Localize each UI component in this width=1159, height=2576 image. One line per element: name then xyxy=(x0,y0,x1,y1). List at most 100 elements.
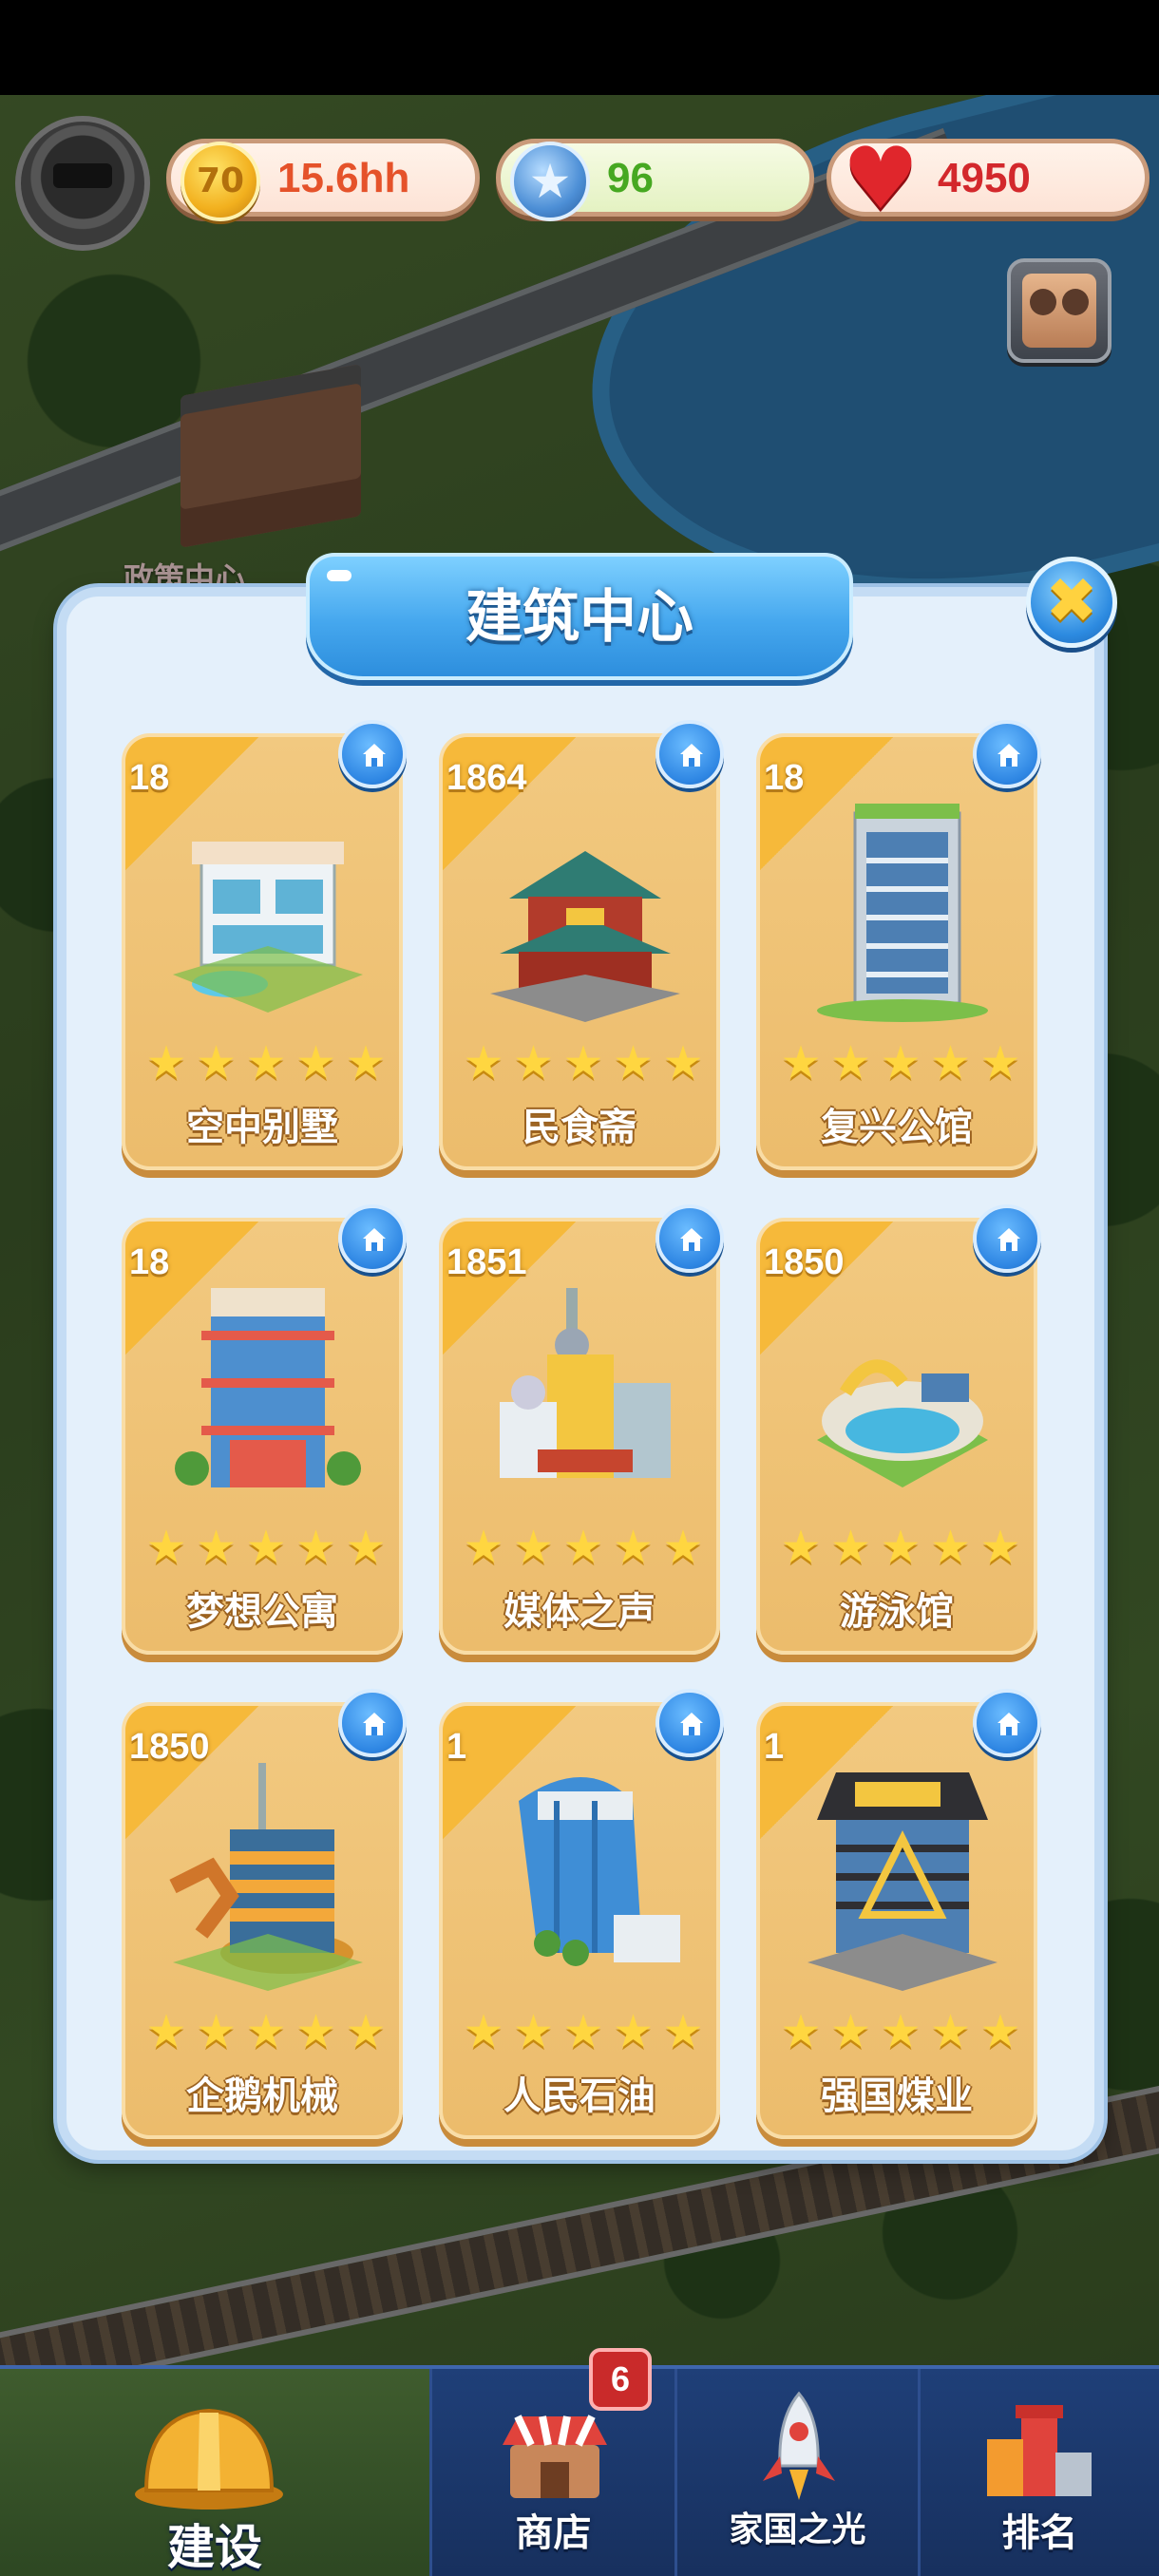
rating-star-icon: ★ xyxy=(294,2005,337,2058)
building-card[interactable]: 1 ★ ★ ★ ★ ★ 强国煤业 xyxy=(756,1689,1041,2139)
rating-star-icon: ★ xyxy=(562,1036,604,1089)
tab-ranking[interactable]: 排名 xyxy=(921,2369,1159,2576)
rating-star-icon: ★ xyxy=(195,1036,238,1089)
tower-building-icon xyxy=(817,804,988,1022)
home-button[interactable] xyxy=(656,1204,724,1273)
oil-building-icon xyxy=(519,1777,680,1966)
home-icon xyxy=(680,1228,703,1251)
building-name: 空中别墅 xyxy=(186,1106,338,1149)
home-icon xyxy=(680,744,703,767)
podium-icon xyxy=(987,2405,1092,2496)
building-year: 1850 xyxy=(129,1727,210,1767)
hardhat-icon xyxy=(135,2408,283,2510)
rating-star-icon: ★ xyxy=(345,2005,387,2058)
building-card[interactable]: 1851 ★ ★ ★ ★ ★ 媒体之声 xyxy=(439,1204,724,1655)
rating-star-icon: ★ xyxy=(612,1036,655,1089)
status-bar xyxy=(0,0,1159,95)
building-name: 梦想公寓 xyxy=(186,1590,338,1634)
star-rating: ★ ★ ★ ★ ★ xyxy=(779,2005,1022,2058)
building-card[interactable]: 18 ★ ★ ★ ★ ★ 空中别墅 xyxy=(122,720,407,1170)
rating-star-icon: ★ xyxy=(929,2005,972,2058)
star-rating: ★ ★ ★ ★ ★ xyxy=(462,1521,705,1574)
building-year: 18 xyxy=(129,758,170,798)
home-button[interactable] xyxy=(656,1689,724,1757)
villa-building-icon xyxy=(173,842,363,1013)
building-name: 企鹅机械 xyxy=(186,2074,338,2118)
rating-star-icon: ★ xyxy=(662,2005,704,2058)
home-icon xyxy=(998,1228,1020,1251)
tab-build[interactable]: 建设 xyxy=(0,2369,432,2576)
gold-value: 15.6hh xyxy=(277,155,410,201)
rating-star-icon: ★ xyxy=(979,1036,1021,1089)
home-button[interactable] xyxy=(973,720,1041,788)
home-button[interactable] xyxy=(973,1204,1041,1273)
building-card[interactable]: 1850 ★ ★ ★ ★ ★ 企鹅机械 xyxy=(122,1689,407,2139)
rating-star-icon: ★ xyxy=(245,2005,287,2058)
rating-star-icon: ★ xyxy=(145,2005,187,2058)
media-building-icon xyxy=(500,1288,671,1478)
building-name: 人民石油 xyxy=(504,2074,656,2118)
heart-value: 4950 xyxy=(938,155,1031,201)
building-year: 18 xyxy=(129,1242,170,1282)
building-card[interactable]: 18 ★ ★ ★ ★ ★ 复兴公馆 xyxy=(756,720,1041,1170)
building-card[interactable]: 18 ★ ★ ★ ★ ★ 梦想公寓 xyxy=(122,1204,407,1655)
rating-star-icon: ★ xyxy=(829,1036,872,1089)
rating-star-icon: ★ xyxy=(979,2005,1021,2058)
rating-star-icon: ★ xyxy=(345,1521,387,1574)
factory-building-icon xyxy=(169,1763,363,1991)
temple-building-icon xyxy=(490,851,680,1022)
apartment-building-icon xyxy=(175,1288,361,1487)
rating-star-icon: ★ xyxy=(463,1521,504,1574)
rating-star-icon: ★ xyxy=(245,1521,287,1574)
close-button[interactable]: ✖ xyxy=(1026,557,1117,648)
building-card[interactable]: 1864 ★ ★ ★ ★ ★ 民食斋 xyxy=(439,720,724,1170)
home-button[interactable] xyxy=(656,720,724,788)
shop-icon xyxy=(503,2415,607,2498)
coal-building-icon xyxy=(808,1772,998,1991)
rating-star-icon: ★ xyxy=(780,2005,822,2058)
star-rating: ★ ★ ★ ★ ★ xyxy=(144,1521,388,1574)
rating-star-icon: ★ xyxy=(345,1036,387,1089)
home-button[interactable] xyxy=(338,1204,407,1273)
home-icon xyxy=(363,1228,386,1251)
rating-star-icon: ★ xyxy=(662,1036,704,1089)
rating-star-icon: ★ xyxy=(662,1521,704,1574)
tab-build-label: 建设 xyxy=(167,2520,262,2575)
rating-star-icon: ★ xyxy=(245,1036,287,1089)
gold-counter[interactable]: 70 15.6hh xyxy=(166,139,480,221)
building-name: 媒体之声 xyxy=(504,1590,656,1634)
gold-coin-icon: 70 xyxy=(180,142,260,221)
tab-shop-label: 商店 xyxy=(515,2511,592,2555)
building-card[interactable]: 1 ★ ★ ★ ★ ★ 人民石油 xyxy=(439,1689,724,2139)
building-name: 民食斋 xyxy=(522,1106,636,1149)
home-button[interactable] xyxy=(338,720,407,788)
rating-star-icon: ★ xyxy=(929,1036,972,1089)
heart-counter[interactable]: ♥ 4950 xyxy=(826,136,1150,223)
player-avatar[interactable] xyxy=(15,116,150,251)
home-icon xyxy=(998,744,1020,767)
rating-star-icon: ★ xyxy=(829,1521,872,1574)
rating-star-icon: ★ xyxy=(880,2005,922,2058)
friends-button[interactable] xyxy=(1007,258,1112,363)
building-name: 复兴公馆 xyxy=(821,1106,973,1149)
home-icon xyxy=(363,744,386,767)
home-button[interactable] xyxy=(338,1689,407,1757)
star-rating: ★ ★ ★ ★ ★ xyxy=(144,2005,388,2058)
building-year: 1864 xyxy=(446,758,527,798)
home-icon xyxy=(998,1713,1020,1735)
rating-star-icon: ★ xyxy=(294,1521,337,1574)
building-card[interactable]: 1850 ★ ★ ★ ★ ★ 游泳馆 xyxy=(756,1204,1041,1655)
home-button[interactable] xyxy=(973,1689,1041,1757)
rating-star-icon: ★ xyxy=(612,1521,655,1574)
shop-notification-badge: 6 xyxy=(589,2348,652,2411)
star-rating: ★ ★ ★ ★ ★ xyxy=(462,2005,705,2058)
rating-star-icon: ★ xyxy=(463,1036,504,1089)
building-year: 1 xyxy=(446,1727,467,1767)
star-rating: ★ ★ ★ ★ ★ xyxy=(779,1521,1022,1574)
tab-national-glory[interactable]: 家国之光 xyxy=(677,2369,921,2576)
rating-star-icon: ★ xyxy=(562,1521,604,1574)
star-counter[interactable]: ★ 96 xyxy=(496,139,814,221)
star-rating: ★ ★ ★ ★ ★ xyxy=(462,1036,705,1089)
rating-star-icon: ★ xyxy=(195,1521,238,1574)
rating-star-icon: ★ xyxy=(512,2005,555,2058)
